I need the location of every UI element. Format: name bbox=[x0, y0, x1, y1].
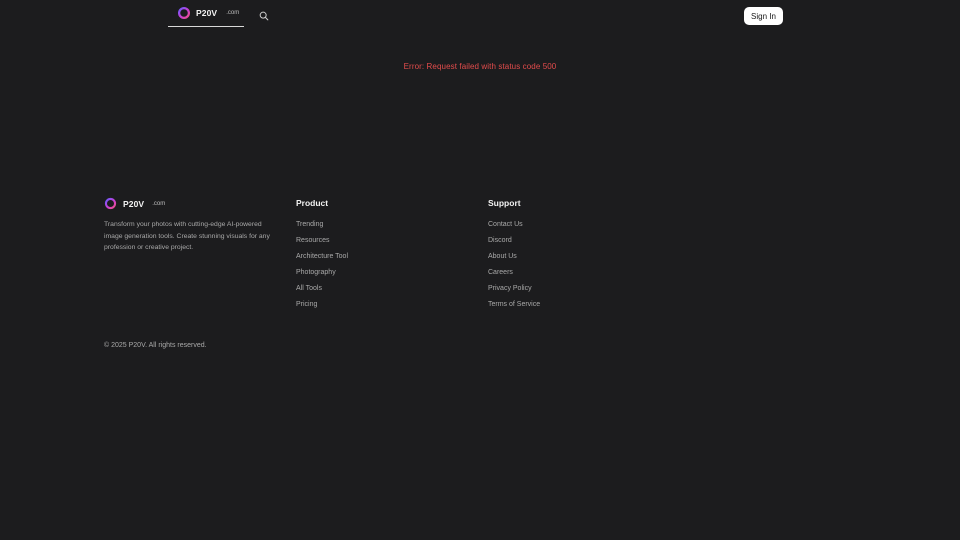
footer-brand-domain: .com bbox=[152, 200, 166, 207]
footer-link-pricing[interactable]: Pricing bbox=[296, 299, 348, 315]
footer-link-privacy-policy[interactable]: Privacy Policy bbox=[488, 283, 540, 299]
footer-logo-ring-icon bbox=[104, 197, 117, 210]
footer-link-all-tools[interactable]: All Tools bbox=[296, 283, 348, 299]
footer-product-column: Product Trending Resources Architecture … bbox=[296, 197, 348, 315]
home-logo-link[interactable]: P20V .com bbox=[168, 0, 244, 27]
support-links: Contact Us Discord About Us Careers Priv… bbox=[488, 219, 540, 315]
footer-support-column: Support Contact Us Discord About Us Care… bbox=[488, 197, 540, 315]
footer-link-discord[interactable]: Discord bbox=[488, 235, 540, 251]
copyright-text: © 2025 P20V. All rights reserved. bbox=[104, 342, 207, 349]
footer-link-trending[interactable]: Trending bbox=[296, 219, 348, 235]
logo-name: P20V bbox=[196, 8, 218, 18]
search-icon bbox=[259, 11, 269, 21]
support-column-title: Support bbox=[488, 198, 521, 208]
footer-link-contact-us[interactable]: Contact Us bbox=[488, 219, 540, 235]
footer-link-architecture-tool[interactable]: Architecture Tool bbox=[296, 251, 348, 267]
error-message: Error: Request failed with status code 5… bbox=[403, 62, 557, 71]
footer-link-photography[interactable]: Photography bbox=[296, 267, 348, 283]
footer-brand[interactable]: P20V .com bbox=[104, 197, 165, 210]
footer-link-terms-of-service[interactable]: Terms of Service bbox=[488, 299, 540, 315]
footer-description: Transform your photos with cutting-edge … bbox=[104, 221, 270, 251]
logo-ring-icon bbox=[177, 6, 191, 20]
footer-link-careers[interactable]: Careers bbox=[488, 267, 540, 283]
product-links: Trending Resources Architecture Tool Pho… bbox=[296, 219, 348, 315]
site-header: P20V .com Sign In bbox=[0, 0, 960, 32]
logo-domain: .com bbox=[226, 10, 240, 16]
search-button[interactable] bbox=[258, 10, 270, 22]
product-column-title: Product bbox=[296, 198, 329, 208]
footer-brand-name: P20V bbox=[123, 198, 145, 209]
footer-link-resources[interactable]: Resources bbox=[296, 235, 348, 251]
sign-in-button[interactable]: Sign In bbox=[744, 7, 783, 25]
footer-link-about-us[interactable]: About Us bbox=[488, 251, 540, 267]
